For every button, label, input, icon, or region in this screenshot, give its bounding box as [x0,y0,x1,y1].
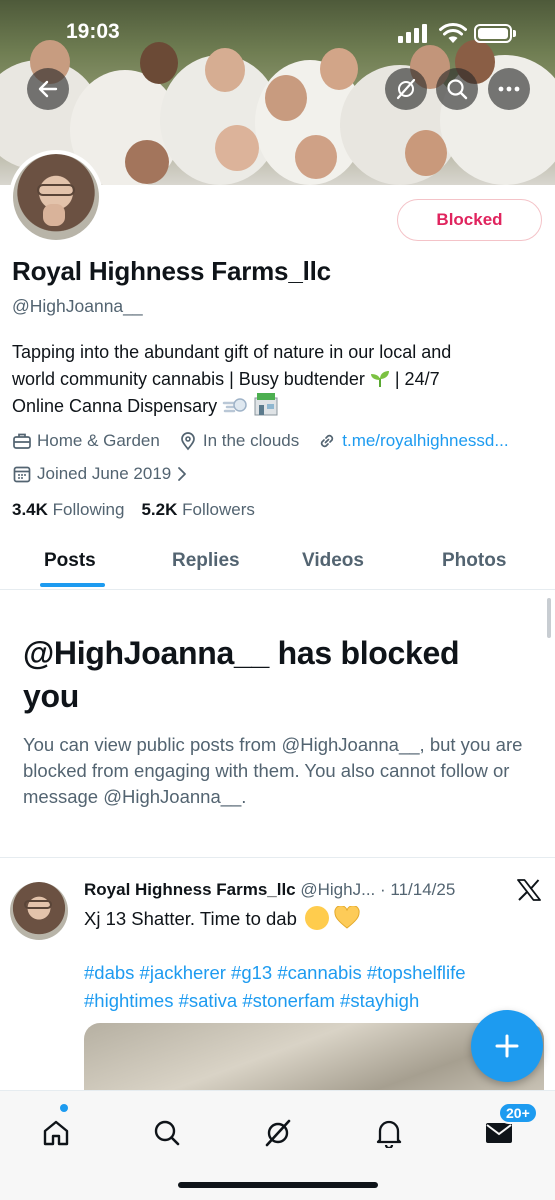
battery-icon [474,24,512,43]
back-button[interactable] [27,68,69,110]
home-indicator [178,1182,378,1188]
post-text: Xj 13 Shatter. Time to dab [84,905,360,930]
nav-home[interactable] [34,1111,78,1155]
profile-tabs: Posts Replies Videos Photos [0,534,555,590]
profile-website-link[interactable]: t.me/royalhighnessd... [342,431,508,451]
blocked-button[interactable]: Blocked [397,199,542,241]
search-button[interactable] [436,68,478,110]
chevron-right-icon [178,467,187,481]
home-notification-dot [60,1104,68,1112]
plus-icon [495,1034,519,1058]
profile-avatar[interactable] [9,150,103,244]
calendar-icon [13,466,31,483]
divider [0,857,555,858]
grok-icon [265,1119,291,1147]
more-options-button[interactable] [488,68,530,110]
post-header: Royal Highness Farms_llc @HighJ... · 11/… [84,880,514,900]
active-tab-indicator [40,583,105,587]
back-arrow-icon [38,80,58,98]
profile-name: Royal Highness Farms_llc [12,256,331,286]
location-pin-icon [180,432,195,451]
post-author-handle[interactable]: @HighJ... [300,880,375,899]
post-hashtags-line-2[interactable]: #hightimes #sativa #stonerfam #stayhigh [84,987,544,1015]
tab-photos[interactable]: Photos [442,550,506,572]
battery-tip [513,30,516,37]
compose-post-button[interactable] [471,1010,543,1082]
blocked-notice-title: @HighJoanna__ has blocked you [23,635,460,714]
bio-line-1: Tapping into the abundant gift of nature… [12,342,452,362]
followers-link[interactable]: 5.2K Followers [141,500,254,520]
mail-icon [486,1123,512,1143]
followers-label: Followers [182,500,255,519]
cellular-signal-icon [398,24,427,43]
following-label: Following [52,500,125,519]
grok-icon [396,78,416,100]
profile-meta-row: Home & Garden In the clouds t.me/royalhi… [12,429,509,453]
nav-grok[interactable] [256,1111,300,1155]
messages-badge: 20+ [498,1102,538,1124]
relieved-face-emoji-icon [305,906,330,930]
search-icon [154,1120,180,1146]
tab-replies[interactable]: Replies [172,550,240,572]
x-logo-icon [517,879,541,901]
following-link[interactable]: 3.4K Following [12,500,124,520]
yellow-heart-emoji-icon [334,905,360,929]
nav-notifications[interactable] [367,1111,411,1155]
status-time: 19:03 [66,20,120,43]
bio-line-2-text: world community cannabis | Busy budtende… [12,368,365,389]
seedling-emoji-icon [370,370,389,387]
profile-bio: Tapping into the abundant gift of nature… [12,339,542,420]
grok-button[interactable] [385,68,427,110]
bio-line-2: world community cannabis | Busy budtende… [12,366,542,393]
bio-line-2-tail: | 24/7 [389,368,440,389]
status-bar: 19:03 [0,0,555,62]
tab-posts[interactable]: Posts [44,550,96,572]
bell-icon [376,1120,402,1148]
joined-row[interactable]: Joined June 2019 [12,462,187,486]
nav-search[interactable] [145,1111,189,1155]
home-icon [43,1120,69,1146]
more-dots-icon [498,86,520,92]
bio-line-3-text: Online Canna Dispensary [12,396,218,416]
scrollbar[interactable] [547,598,551,638]
followers-count: 5.2K [141,500,178,519]
tab-videos[interactable]: Videos [302,550,364,572]
post-author-name[interactable]: Royal Highness Farms_llc [84,880,296,899]
link-icon [321,434,334,448]
post-hashtags-line-1[interactable]: #dabs #jackherer #g13 #cannabis #topshel… [84,959,544,987]
search-icon [447,79,468,100]
following-count: 3.4K [12,500,48,519]
post-text-content: Xj 13 Shatter. Time to dab [84,908,297,929]
dashing-away-emoji-icon [222,398,247,413]
profile-handle: @HighJoanna__ [12,296,143,316]
post-author-avatar[interactable] [10,882,68,940]
profile-location: In the clouds [202,431,300,450]
blocked-notice-description: You can view public posts from @HighJoan… [23,734,523,807]
convenience-store-emoji-icon [254,393,278,416]
profile-joined-date: Joined June 2019 [37,464,172,483]
briefcase-icon [13,433,31,449]
follow-stats: 3.4K Following 5.2K Followers [12,500,255,520]
wifi-icon [439,22,467,43]
bio-line-3: Online Canna Dispensary [12,392,542,420]
post-separator: · [375,880,391,899]
profile-category: Home & Garden [37,431,160,450]
post-date: 11/14/25 [390,880,456,899]
post-hashtags[interactable]: #dabs #jackherer #g13 #cannabis #topshel… [84,959,544,1015]
